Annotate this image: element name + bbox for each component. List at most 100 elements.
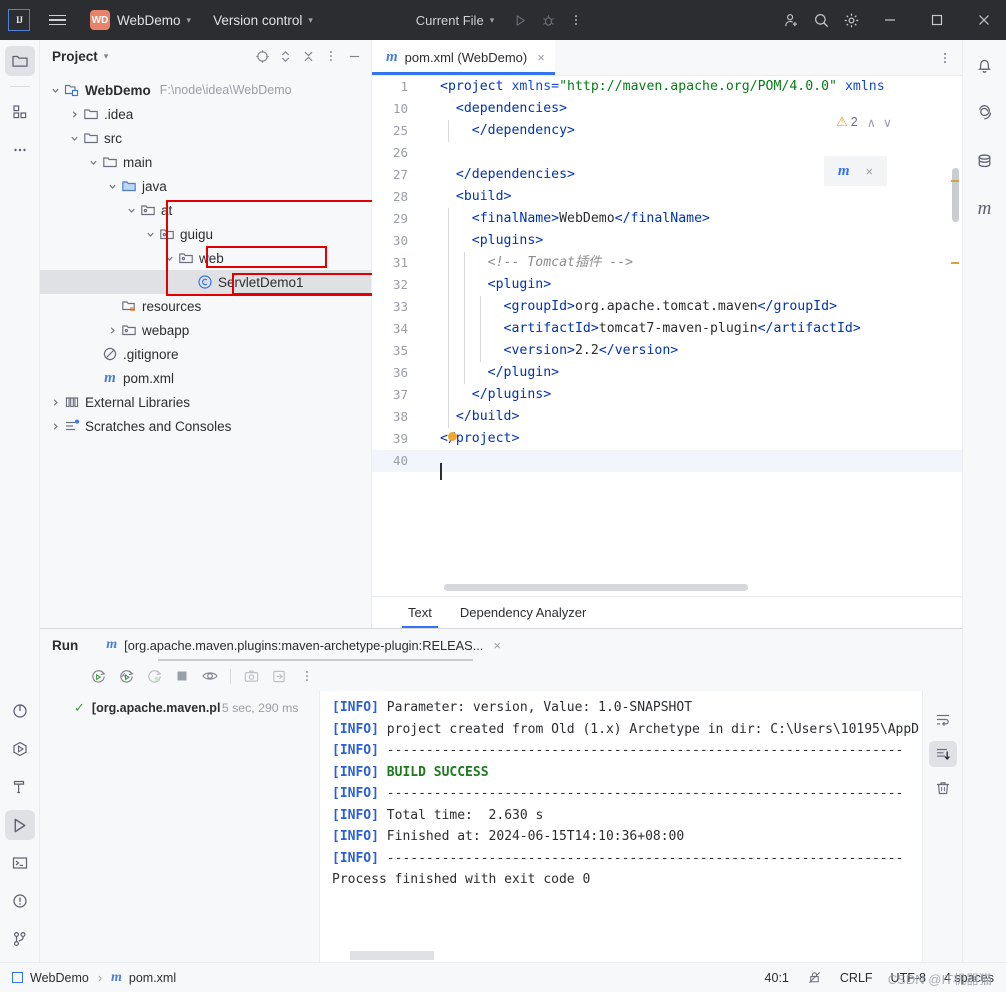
- sidebar-item-profiler[interactable]: [5, 696, 35, 726]
- rerun-auto-icon[interactable]: [142, 665, 166, 687]
- export-icon[interactable]: [267, 665, 291, 687]
- eye-icon[interactable]: [198, 665, 222, 687]
- file-encoding[interactable]: UTF-8: [891, 971, 926, 985]
- code-line[interactable]: 38 </build>: [372, 406, 962, 428]
- chevron-down-icon[interactable]: [105, 182, 119, 191]
- search-icon[interactable]: [807, 7, 835, 33]
- code-text[interactable]: <!-- Tomcat插件 -->: [418, 252, 633, 274]
- code-line[interactable]: 34 <artifactId>tomcat7-maven-plugin</art…: [372, 318, 962, 340]
- sidebar-item-run[interactable]: [4, 810, 35, 840]
- maven-icon[interactable]: m: [970, 194, 1000, 224]
- close-icon[interactable]: ×: [537, 50, 545, 65]
- indent-setting[interactable]: 4 spaces: [944, 971, 994, 985]
- more-vertical-icon[interactable]: [295, 665, 319, 687]
- soft-wrap-icon[interactable]: [929, 707, 957, 733]
- code-line[interactable]: 32 <plugin>: [372, 274, 962, 296]
- sidebar-item-project[interactable]: [4, 46, 35, 76]
- breadcrumb-project[interactable]: WebDemo: [30, 971, 89, 985]
- chevron-down-icon[interactable]: [86, 158, 100, 167]
- scroll-to-end-icon[interactable]: [928, 741, 957, 767]
- tree-item-main[interactable]: main: [40, 150, 371, 174]
- project-badge[interactable]: WD: [90, 10, 110, 30]
- tree-item-gitignore[interactable]: .gitignore: [40, 342, 371, 366]
- next-problem-icon[interactable]: ∨: [883, 115, 892, 130]
- chevron-down-icon[interactable]: [143, 230, 157, 239]
- run-icon[interactable]: [506, 7, 534, 33]
- ai-assistant-icon[interactable]: [970, 98, 1000, 128]
- more-vertical-icon[interactable]: [562, 7, 590, 33]
- editor-bottom-tab-text[interactable]: Text: [394, 597, 446, 628]
- inspections-widget[interactable]: ⚠ 2 ∧ ∨: [832, 112, 896, 132]
- run-tree[interactable]: ✓ [org.apache.maven.plu 5 sec, 290 ms: [40, 691, 320, 962]
- code-line[interactable]: 35 <version>2.2</version>: [372, 340, 962, 362]
- gear-icon[interactable]: [837, 7, 865, 33]
- code-text[interactable]: <finalName>WebDemo</finalName>: [418, 208, 710, 230]
- prev-problem-icon[interactable]: ∧: [867, 115, 876, 130]
- code-line[interactable]: 36 </plugin>: [372, 362, 962, 384]
- code-editor[interactable]: 1 <project xmlns="http://maven.apache.org…: [372, 76, 962, 596]
- console-horizontal-scrollbar[interactable]: [350, 951, 434, 960]
- code-scroll-area[interactable]: 1 <project xmlns="http://maven.apache.org…: [372, 76, 962, 596]
- console-output[interactable]: [INFO] Parameter: version, Value: 1.0-SN…: [320, 691, 962, 962]
- project-tree[interactable]: WebDemo F:\node\idea\WebDemo .idea src main j…: [40, 72, 371, 628]
- editor-bottom-tab-dependency-analyzer[interactable]: Dependency Analyzer: [446, 597, 600, 628]
- tree-item-src[interactable]: src: [40, 126, 371, 150]
- tree-item-web[interactable]: web: [40, 246, 371, 270]
- code-text[interactable]: </plugin>: [418, 362, 559, 384]
- sidebar-item-terminal[interactable]: [5, 848, 35, 878]
- read-only-toggle-icon[interactable]: [807, 970, 822, 985]
- run-configuration-label[interactable]: Current File: [416, 13, 484, 28]
- add-user-icon[interactable]: [777, 7, 805, 33]
- project-name-label[interactable]: WebDemo: [117, 13, 181, 28]
- tree-item-scratchesandconsoles[interactable]: Scratches and Consoles: [40, 414, 371, 438]
- rerun-icon[interactable]: [86, 665, 110, 687]
- debug-icon[interactable]: [534, 7, 562, 33]
- database-icon[interactable]: [970, 146, 1000, 176]
- code-text[interactable]: <project xmlns="http://maven.apache.org/…: [418, 76, 885, 98]
- close-button[interactable]: [961, 0, 1006, 40]
- tree-item-java[interactable]: java: [40, 174, 371, 198]
- close-icon[interactable]: ×: [865, 164, 873, 179]
- tree-item-externallibraries[interactable]: External Libraries: [40, 390, 371, 414]
- editor-tabs-more-icon[interactable]: [938, 40, 962, 75]
- sidebar-item-commit[interactable]: [5, 97, 35, 127]
- line-separator[interactable]: CRLF: [840, 971, 873, 985]
- version-control-label[interactable]: Version control: [213, 13, 302, 28]
- code-line[interactable]: 30 <plugins>: [372, 230, 962, 252]
- screenshot-icon[interactable]: [239, 665, 263, 687]
- select-opened-file-icon[interactable]: [251, 45, 273, 67]
- sidebar-item-services[interactable]: [5, 734, 35, 764]
- intention-bulb-icon[interactable]: [448, 432, 457, 441]
- clear-all-icon[interactable]: [929, 775, 957, 801]
- collapse-all-icon[interactable]: [297, 45, 319, 67]
- code-text[interactable]: </build>: [418, 406, 519, 428]
- sidebar-item-problems[interactable]: [5, 886, 35, 916]
- close-icon[interactable]: ×: [493, 638, 501, 653]
- code-line[interactable]: 33 <groupId>org.apache.tomcat.maven</gro…: [372, 296, 962, 318]
- code-line[interactable]: 31 <!-- Tomcat插件 -->: [372, 252, 962, 274]
- editor-tab-pom-xml[interactable]: m pom.xml (WebDemo) ×: [372, 40, 555, 75]
- tree-item-servletdemo1[interactable]: ServletDemo1: [40, 270, 371, 294]
- minimize-button[interactable]: [867, 0, 912, 40]
- hide-icon[interactable]: [343, 45, 365, 67]
- chevron-right-icon[interactable]: [48, 398, 62, 407]
- maximize-button[interactable]: [914, 0, 959, 40]
- expand-collapse-icon[interactable]: [274, 45, 296, 67]
- code-text[interactable]: </plugins>: [418, 384, 551, 406]
- breadcrumb-file[interactable]: pom.xml: [129, 971, 176, 985]
- code-line[interactable]: 37 </plugins>: [372, 384, 962, 406]
- code-line[interactable]: 1 <project xmlns="http://maven.apache.org…: [372, 76, 962, 98]
- tree-item-at[interactable]: at: [40, 198, 371, 222]
- chevron-down-icon[interactable]: [162, 254, 176, 263]
- tree-item-guigu[interactable]: guigu: [40, 222, 371, 246]
- options-icon[interactable]: [320, 45, 342, 67]
- code-text[interactable]: <build>: [418, 186, 512, 208]
- code-line[interactable]: 29 <finalName>WebDemo</finalName>: [372, 208, 962, 230]
- code-text[interactable]: </project>: [418, 428, 519, 450]
- tree-item-webapp[interactable]: webapp: [40, 318, 371, 342]
- editor-horizontal-scrollbar[interactable]: [444, 584, 748, 591]
- tree-item-resources[interactable]: resources: [40, 294, 371, 318]
- tree-item-idea[interactable]: .idea: [40, 102, 371, 126]
- maven-reload-popup[interactable]: m ×: [824, 156, 887, 186]
- code-text[interactable]: <groupId>org.apache.tomcat.maven</groupI…: [418, 296, 837, 318]
